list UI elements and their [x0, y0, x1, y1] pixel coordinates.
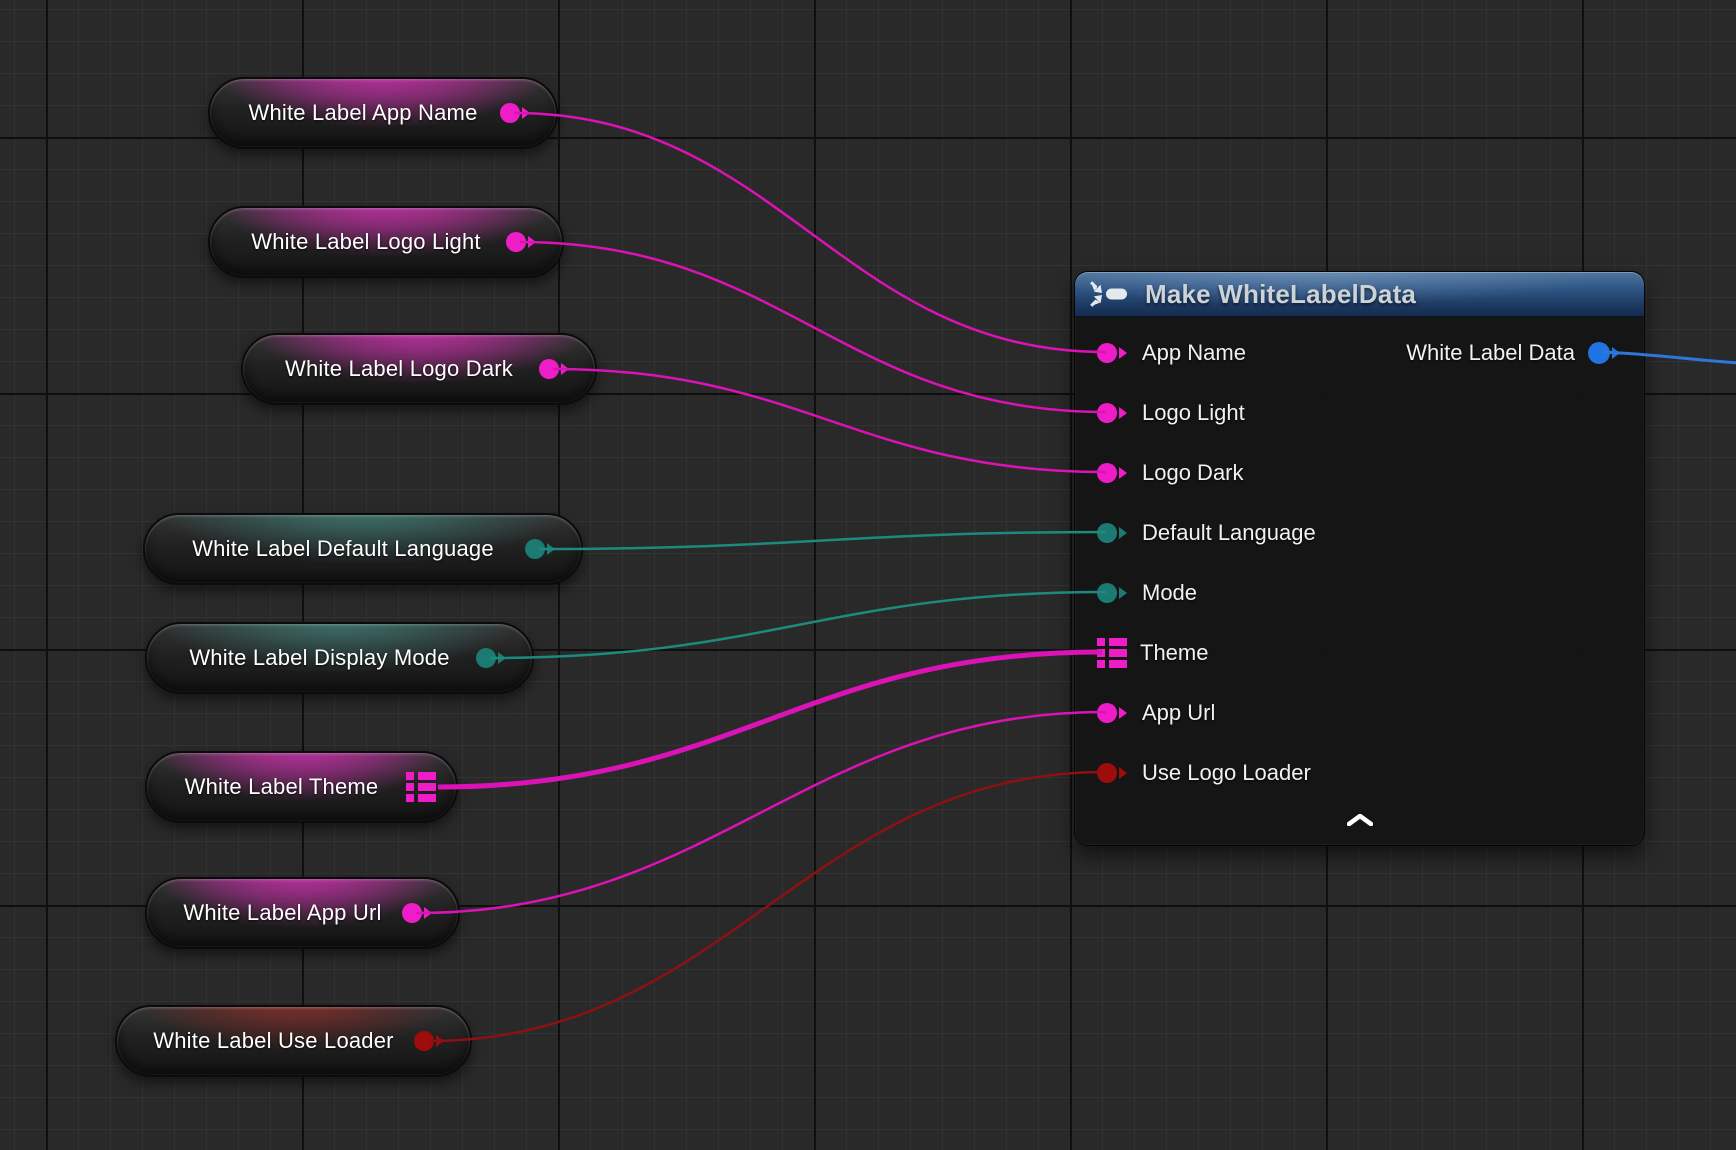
variable-node-white-label-app-name[interactable]: White Label App Name	[208, 77, 558, 149]
output-pin-struct-data-icon[interactable]	[1588, 341, 1622, 365]
variable-node-label: White Label App Name	[248, 100, 477, 126]
output-pin-enum-icon[interactable]	[476, 647, 508, 669]
input-pin-label: App Name	[1142, 340, 1246, 366]
variable-node-label: White Label Use Loader	[153, 1028, 393, 1054]
input-pin-label: Theme	[1140, 640, 1208, 666]
input-pin-string-icon[interactable]	[1097, 402, 1129, 424]
wire-theme[interactable]	[438, 652, 1102, 787]
pin-row: Logo Dark	[1075, 443, 1644, 503]
collapse-button[interactable]	[1075, 803, 1644, 837]
node-header[interactable]: Make WhiteLabelData	[1075, 272, 1644, 317]
wire-display-mode[interactable]	[490, 592, 1106, 658]
wire-default-language[interactable]	[539, 532, 1106, 549]
input-pin-label: Default Language	[1142, 520, 1316, 546]
input-pin-label: App Url	[1142, 700, 1215, 726]
input-pin-bool-icon[interactable]	[1097, 762, 1129, 784]
variable-node-label: White Label Logo Dark	[285, 356, 513, 382]
wire-app-url[interactable]	[416, 712, 1106, 913]
variable-node-white-label-app-url[interactable]: White Label App Url	[145, 877, 460, 949]
output-pin-string-icon[interactable]	[402, 902, 434, 924]
blueprint-canvas[interactable]: White Label App Name White Label Logo Li…	[0, 0, 1736, 1150]
node-title: Make WhiteLabelData	[1145, 279, 1416, 310]
variable-node-label: White Label Theme	[185, 774, 379, 800]
input-pin-string-icon[interactable]	[1097, 462, 1129, 484]
wire-logo-light[interactable]	[520, 242, 1106, 412]
pin-row: Mode	[1075, 563, 1644, 623]
pin-row: App Url	[1075, 683, 1644, 743]
node-body: App Name White Label Data Logo Light	[1075, 317, 1644, 845]
pin-row: Theme	[1075, 623, 1644, 683]
output-pin-string-icon[interactable]	[539, 358, 571, 380]
pin-row: Default Language	[1075, 503, 1644, 563]
wire-app-name[interactable]	[514, 113, 1106, 352]
variable-node-white-label-use-loader[interactable]: White Label Use Loader	[115, 1005, 472, 1077]
output-pin-label: White Label Data	[1406, 340, 1575, 366]
make-struct-icon	[1089, 280, 1133, 308]
variable-node-white-label-logo-dark[interactable]: White Label Logo Dark	[241, 333, 597, 405]
variable-node-label: White Label Default Language	[192, 536, 494, 562]
output-pin-enum-icon[interactable]	[525, 538, 557, 560]
variable-node-white-label-theme[interactable]: White Label Theme	[145, 751, 458, 823]
input-pin-enum-icon[interactable]	[1097, 522, 1129, 544]
variable-node-white-label-default-language[interactable]: White Label Default Language	[143, 513, 583, 585]
variable-node-label: White Label App Url	[183, 900, 381, 926]
wire-logo-dark[interactable]	[553, 369, 1106, 472]
input-pin-label: Use Logo Loader	[1142, 760, 1311, 786]
input-pin-struct-icon[interactable]	[1097, 638, 1127, 668]
output-pin-string-icon[interactable]	[506, 231, 538, 253]
output-pin-struct-icon[interactable]	[406, 772, 436, 802]
pin-row: App Name White Label Data	[1075, 323, 1644, 383]
input-pin-enum-icon[interactable]	[1097, 582, 1129, 604]
input-pin-label: Logo Light	[1142, 400, 1245, 426]
input-pin-string-icon[interactable]	[1097, 342, 1129, 364]
make-whitelabeldata-node[interactable]: Make WhiteLabelData App Name White Label…	[1074, 271, 1645, 846]
variable-node-label: White Label Display Mode	[189, 645, 449, 671]
input-pin-label: Mode	[1142, 580, 1197, 606]
variable-node-white-label-display-mode[interactable]: White Label Display Mode	[145, 622, 534, 694]
pin-row: Use Logo Loader	[1075, 743, 1644, 803]
output-pin-string-icon[interactable]	[500, 102, 532, 124]
pin-row: Logo Light	[1075, 383, 1644, 443]
chevron-up-icon	[1347, 814, 1373, 826]
output-pin-bool-icon[interactable]	[414, 1030, 446, 1052]
variable-node-white-label-logo-light[interactable]: White Label Logo Light	[208, 206, 564, 278]
input-pin-string-icon[interactable]	[1097, 702, 1129, 724]
wire-use-loader[interactable]	[428, 772, 1106, 1041]
input-pin-label: Logo Dark	[1142, 460, 1244, 486]
variable-node-label: White Label Logo Light	[251, 229, 480, 255]
